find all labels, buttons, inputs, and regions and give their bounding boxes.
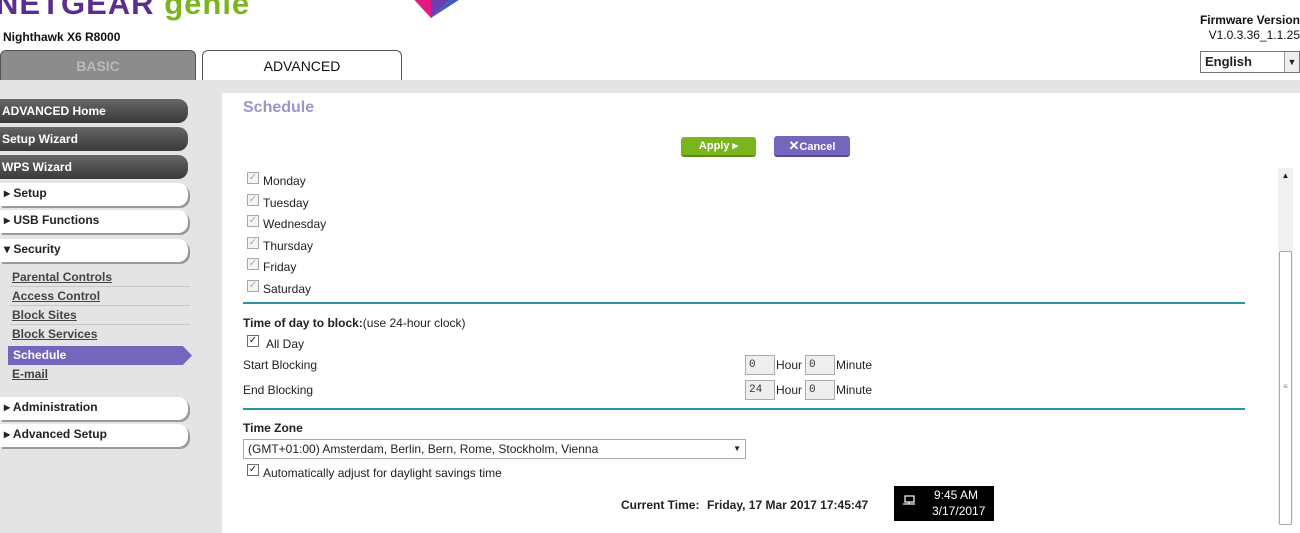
sidebar-item-usb-functions[interactable]: ▸ USB Functions [0, 210, 188, 233]
time-zone-heading: Time Zone [243, 421, 303, 435]
apply-button[interactable]: Apply ▸ [681, 137, 756, 157]
section-divider [243, 302, 1245, 304]
firmware-version: V1.0.3.36_1.1.25 [1208, 28, 1300, 42]
sidebar-divider [10, 324, 190, 325]
start-minute-input[interactable]: 0 [805, 355, 835, 375]
hour-label: Hour [776, 383, 803, 397]
header-divider-bar [0, 80, 1300, 93]
chevron-down-icon: ▼ [733, 444, 741, 453]
monday-checkbox[interactable]: ✓ [247, 172, 259, 184]
sidebar-sub-block-services[interactable]: Block Services [12, 327, 97, 341]
network-icon [903, 495, 915, 505]
clock-date: 3/17/2017 [932, 504, 986, 518]
close-icon: ✕ [788, 138, 800, 153]
all-day-checkbox[interactable]: ✓ [247, 335, 259, 347]
all-day-label: All Day [266, 337, 305, 351]
thursday-label: Thursday [263, 239, 314, 253]
start-hour-input[interactable]: 0 [745, 355, 775, 375]
end-minute-input[interactable]: 0 [805, 380, 835, 400]
language-select[interactable]: English ▼ [1200, 51, 1300, 73]
end-hour-input[interactable]: 24 [745, 380, 775, 400]
sidebar-sub-parental-controls[interactable]: Parental Controls [12, 270, 112, 284]
end-blocking-label: End Blocking [243, 383, 314, 397]
start-blocking-label: Start Blocking [243, 358, 318, 372]
page-title: Schedule [243, 99, 315, 116]
sidebar-divider [10, 305, 190, 306]
genie-cube-logo-icon [414, 0, 459, 18]
time-heading-note: (use 24-hour clock) [362, 316, 466, 330]
dst-label: Automatically adjust for daylight saving… [263, 466, 502, 480]
taskbar-clock: 9:45 AM 3/17/2017 [894, 486, 994, 521]
time-zone-select[interactable]: (GMT+01:00) Amsterdam, Berlin, Bern, Rom… [243, 439, 746, 459]
wednesday-checkbox[interactable]: ✓ [247, 215, 259, 227]
netgear-genie-logo: NETGEAR genie [0, 0, 250, 22]
time-heading-bold: Time of day to block: [243, 316, 363, 330]
cancel-label: Cancel [799, 141, 836, 153]
sidebar-sub-email[interactable]: E-mail [12, 367, 48, 381]
saturday-label: Saturday [263, 282, 312, 296]
section-divider [243, 408, 1245, 410]
wednesday-label: Wednesday [263, 217, 327, 231]
scroll-up-icon[interactable]: ▲ [1278, 168, 1293, 184]
sidebar-item-wps-wizard[interactable]: WPS Wizard [0, 155, 188, 179]
grip-icon: ≡ [1283, 382, 1288, 391]
sidebar-sub-block-sites[interactable]: Block Sites [12, 308, 77, 322]
monday-label: Monday [263, 174, 306, 188]
tab-basic[interactable]: BASIC [0, 50, 196, 80]
chevron-down-icon[interactable]: ▼ [1284, 52, 1299, 72]
tab-advanced[interactable]: ADVANCED [202, 50, 402, 80]
current-time-label: Current Time: [621, 498, 700, 512]
sidebar-item-setup-wizard[interactable]: Setup Wizard [0, 127, 188, 151]
minute-label: Minute [836, 383, 873, 397]
time-zone-value: (GMT+01:00) Amsterdam, Berlin, Bern, Rom… [248, 442, 599, 456]
dst-checkbox[interactable]: ✓ [247, 464, 259, 476]
firmware-label: Firmware Version [1199, 13, 1300, 27]
saturday-checkbox[interactable]: ✓ [247, 280, 259, 292]
sidebar-item-advanced-home[interactable]: ADVANCED Home [0, 99, 188, 123]
tuesday-label: Tuesday [263, 196, 309, 210]
sidebar-item-advanced-setup[interactable]: ▸ Advanced Setup [0, 424, 188, 447]
minute-label: Minute [836, 358, 873, 372]
sidebar-item-setup[interactable]: ▸ Setup [0, 183, 188, 206]
sidebar-item-administration[interactable]: ▸ Administration [0, 397, 188, 420]
cancel-button[interactable]: ✕Cancel [774, 136, 850, 157]
router-model: Nighthawk X6 R8000 [3, 30, 121, 44]
sidebar-divider [10, 286, 190, 287]
hour-label: Hour [776, 358, 803, 372]
thursday-checkbox[interactable]: ✓ [247, 237, 259, 249]
brand-name: NETGEAR [0, 0, 155, 21]
friday-label: Friday [263, 260, 297, 274]
language-selected: English [1205, 54, 1252, 69]
product-name: genie [164, 0, 251, 21]
tuesday-checkbox[interactable]: ✓ [247, 194, 259, 206]
clock-time: 9:45 AM [934, 488, 979, 502]
sidebar-sub-access-control[interactable]: Access Control [12, 289, 100, 303]
friday-checkbox[interactable]: ✓ [247, 258, 259, 270]
current-time-value: Friday, 17 Mar 2017 17:45:47 [707, 498, 869, 512]
sidebar-item-security[interactable]: ▾ Security [0, 239, 188, 262]
time-of-day-heading: Time of day to block:(use 24-hour clock) [243, 316, 466, 330]
sidebar-sub-schedule[interactable]: Schedule [8, 346, 192, 365]
